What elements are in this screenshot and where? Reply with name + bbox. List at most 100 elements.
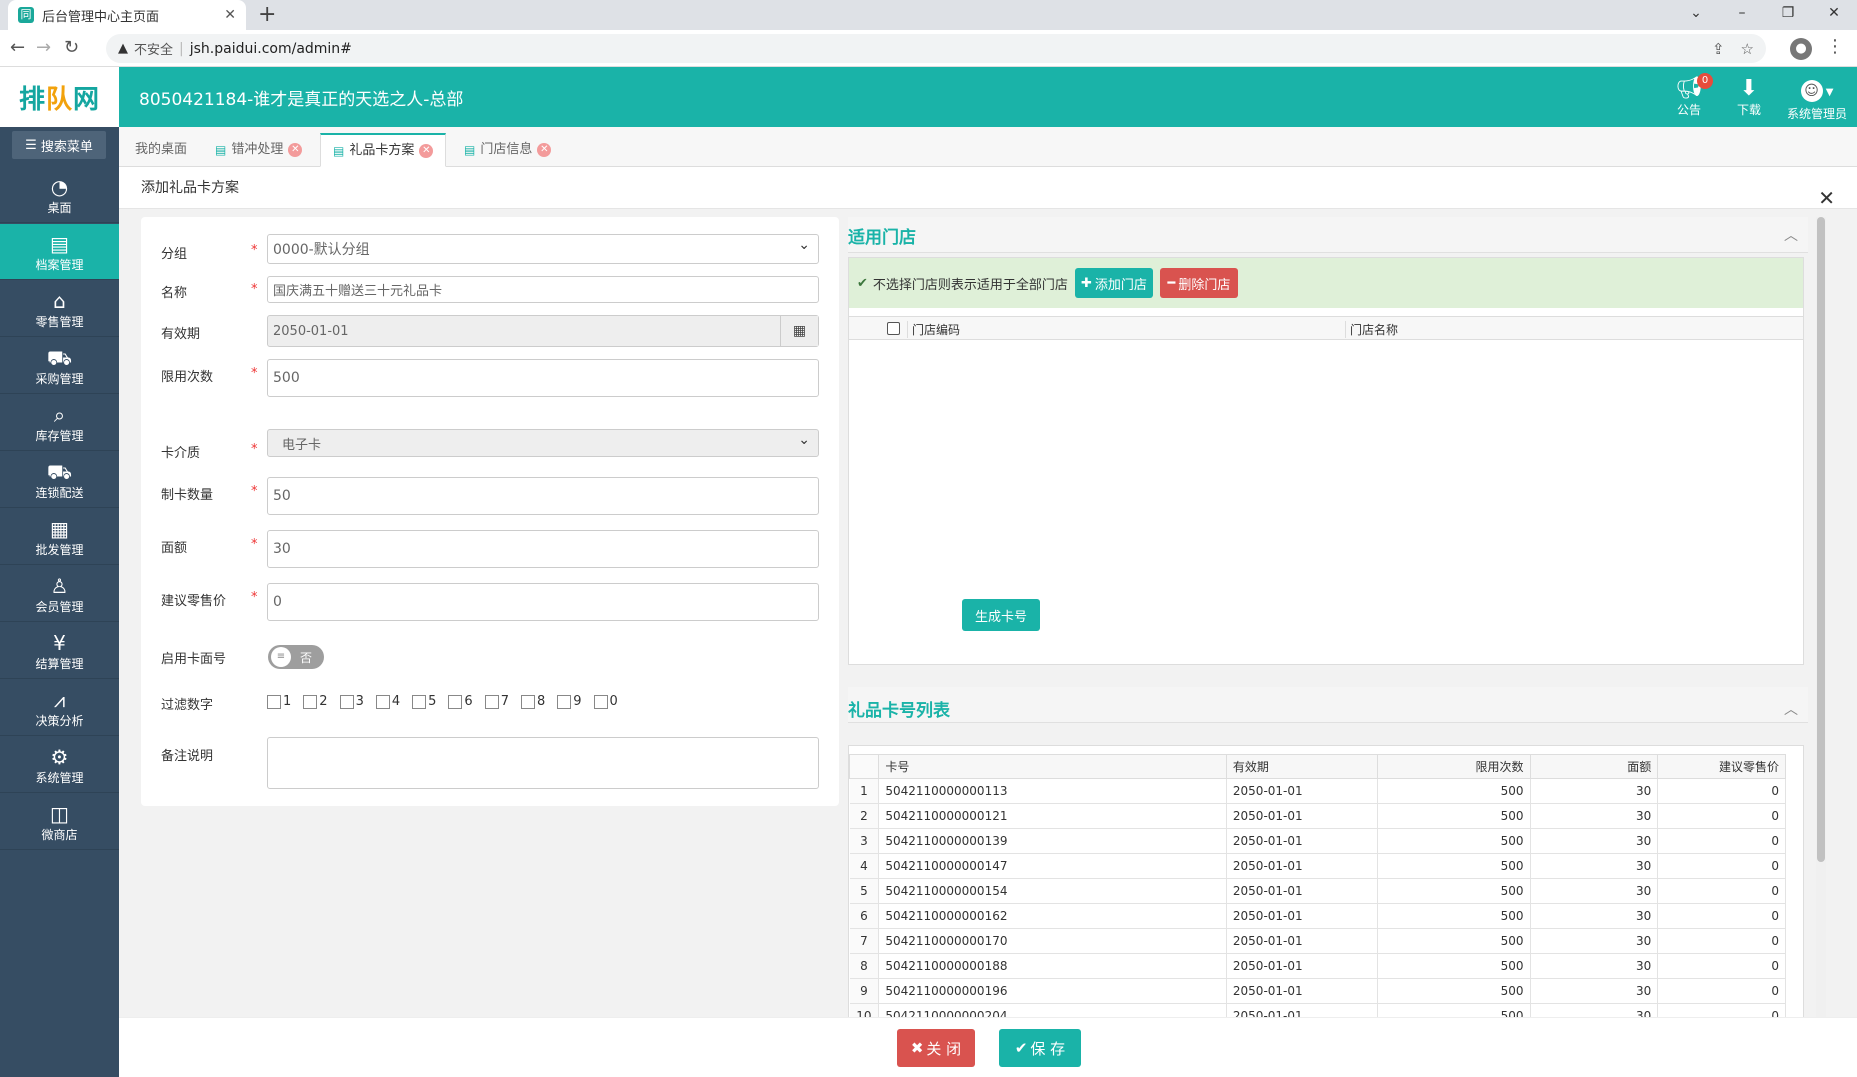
- table-cell: 2050-01-01: [1226, 803, 1378, 829]
- digit-checkbox-6[interactable]: 6: [448, 694, 473, 709]
- tab-error-correction[interactable]: ▤ 错冲处理 ✕: [203, 133, 314, 167]
- digit-checkbox-0[interactable]: 0: [593, 694, 618, 709]
- sidebar-item-retail[interactable]: ⌂ 零售管理: [0, 281, 119, 337]
- remark-textarea[interactable]: [267, 737, 819, 789]
- checkbox[interactable]: [339, 694, 354, 709]
- limit-field[interactable]: 500: [267, 359, 819, 397]
- table-row[interactable]: 1 5042110000000113 2050-01-01 500 30 0: [849, 778, 1786, 804]
- omnibox-separator: |: [179, 40, 184, 57]
- forward-icon[interactable]: →: [36, 37, 51, 58]
- table-cell: 2050-01-01: [1226, 828, 1378, 854]
- face-value-field[interactable]: 30: [267, 530, 819, 568]
- search-menu-button[interactable]: ☰ 搜索菜单: [12, 131, 106, 159]
- checkbox[interactable]: [557, 694, 572, 709]
- digit-label: 3: [355, 694, 364, 709]
- back-icon[interactable]: ←: [10, 37, 25, 58]
- sidebar-item-member[interactable]: ♙ 会员管理: [0, 566, 119, 622]
- tab-my-desktop[interactable]: 我的桌面: [123, 133, 199, 167]
- new-tab-icon[interactable]: +: [258, 2, 276, 27]
- add-store-button[interactable]: ✚ 添加门店: [1074, 268, 1153, 298]
- digit-checkbox-8[interactable]: 8: [520, 694, 545, 709]
- scrollbar-thumb[interactable]: [1817, 217, 1825, 862]
- row-number-cell: 9: [849, 978, 880, 1004]
- bookmark-star-icon[interactable]: ☆: [1741, 40, 1754, 58]
- warning-icon[interactable]: ▲: [118, 41, 128, 56]
- table-row[interactable]: 2 5042110000000121 2050-01-01 500 30 0: [849, 803, 1786, 829]
- digit-checkbox-5[interactable]: 5: [412, 694, 436, 709]
- reload-icon[interactable]: ↻: [64, 37, 79, 58]
- sidebar-item-microshop[interactable]: ◫ 微商店: [0, 794, 119, 850]
- save-button[interactable]: ✔ 保 存: [999, 1029, 1081, 1067]
- collapse-icon[interactable]: ︿: [1784, 699, 1798, 719]
- form-row-group: 分组 * 0000-默认分组: [141, 234, 839, 268]
- tab-close-icon[interactable]: ✕: [288, 143, 303, 157]
- table-row[interactable]: 9 5042110000000196 2050-01-01 500 30 0: [849, 978, 1786, 1004]
- collapse-icon[interactable]: ︿: [1784, 225, 1798, 245]
- sidebar-item-inventory[interactable]: ⌕ 库存管理: [0, 395, 119, 451]
- restore-icon[interactable]: ❐: [1765, 0, 1811, 30]
- table-row[interactable]: 3 5042110000000139 2050-01-01 500 30 0: [849, 828, 1786, 854]
- checkbox[interactable]: [412, 694, 427, 709]
- delete-store-button[interactable]: ━ 删除门店: [1159, 268, 1238, 298]
- minimize-icon[interactable]: –: [1719, 0, 1765, 30]
- sidebar-item-wholesale[interactable]: ▦ 批发管理: [0, 509, 119, 565]
- name-field[interactable]: 国庆满五十赠送三十元礼品卡: [267, 276, 819, 303]
- browser-tab[interactable]: 同 后台管理中心主页面 ✕: [8, 0, 246, 30]
- sidebar-item-archive[interactable]: ▤ 档案管理: [0, 224, 119, 280]
- close-icon[interactable]: ✕: [1818, 177, 1835, 219]
- table-row[interactable]: 5 5042110000000154 2050-01-01 500 30 0: [849, 878, 1786, 904]
- browser-menu-icon[interactable]: ⋮: [1826, 36, 1844, 57]
- digit-checkbox-1[interactable]: 1: [267, 694, 291, 709]
- close-tab-icon[interactable]: ✕: [224, 7, 236, 23]
- url-text[interactable]: jsh.paidui.com/admin#: [190, 41, 352, 57]
- digit-checkbox-7[interactable]: 7: [484, 694, 509, 709]
- profile-icon[interactable]: ●: [1790, 38, 1812, 60]
- digit-checkbox-4[interactable]: 4: [375, 694, 400, 709]
- close-button[interactable]: ✖ 关 闭: [897, 1029, 975, 1067]
- user-menu[interactable]: ☺ ▼ 系统管理员: [1784, 77, 1850, 122]
- checkbox[interactable]: [303, 694, 318, 709]
- sidebar-item-system[interactable]: ⚙ 系统管理: [0, 737, 119, 793]
- select-all-checkbox[interactable]: [887, 322, 900, 335]
- download-button[interactable]: ⬇ 下载: [1733, 77, 1765, 118]
- tab-store-info[interactable]: ▤ 门店信息 ✕: [452, 133, 563, 167]
- notice-button[interactable]: 📢︎ 0 公告: [1673, 73, 1713, 118]
- tab-close-icon[interactable]: ✕: [419, 143, 434, 158]
- sidebar-item-analysis[interactable]: ⩘ 决策分析: [0, 680, 119, 736]
- required-mark: *: [251, 484, 258, 499]
- sidebar-item-settlement[interactable]: ¥ 结算管理: [0, 623, 119, 679]
- calendar-icon[interactable]: ▦: [780, 316, 818, 346]
- digit-checkbox-3[interactable]: 3: [339, 694, 364, 709]
- quantity-field[interactable]: 50: [267, 477, 819, 515]
- sidebar-item-purchase[interactable]: ⛟ 采购管理: [0, 338, 119, 394]
- table-row[interactable]: 8 5042110000000188 2050-01-01 500 30 0: [849, 953, 1786, 979]
- face-no-toggle[interactable]: ≡ 否: [268, 645, 324, 669]
- expiry-date-field[interactable]: 2050-01-01 ▦: [267, 315, 819, 347]
- checkbox[interactable]: [593, 694, 608, 709]
- table-row[interactable]: 4 5042110000000147 2050-01-01 500 30 0: [849, 853, 1786, 879]
- window-close-icon[interactable]: ✕: [1811, 0, 1857, 30]
- checkbox[interactable]: [520, 694, 535, 709]
- sidebar-item-label: 桌面: [47, 201, 72, 215]
- checkbox[interactable]: [448, 694, 463, 709]
- medium-select[interactable]: 电子卡: [267, 429, 819, 457]
- checkbox[interactable]: [375, 694, 390, 709]
- table-row[interactable]: 7 5042110000000170 2050-01-01 500 30 0: [849, 928, 1786, 954]
- checkbox[interactable]: [484, 694, 499, 709]
- tab-gift-card-plan[interactable]: ▤ 礼品卡方案 ✕: [320, 133, 447, 167]
- digit-checkbox-9[interactable]: 9: [557, 694, 582, 709]
- group-select[interactable]: 0000-默认分组: [267, 234, 819, 264]
- generate-card-number-button[interactable]: 生成卡号: [962, 599, 1040, 631]
- retail-price-field[interactable]: 0: [267, 583, 819, 621]
- tab-search-icon[interactable]: ⌄: [1673, 0, 1719, 30]
- sidebar-item-distribution[interactable]: ⛟ 连锁配送: [0, 452, 119, 508]
- omnibox[interactable]: ▲ 不安全 | jsh.paidui.com/admin# ⇪ ☆: [106, 34, 1766, 63]
- column-header: 门店编码: [907, 321, 960, 338]
- table-row[interactable]: 6 5042110000000162 2050-01-01 500 30 0: [849, 903, 1786, 929]
- share-icon[interactable]: ⇪: [1712, 40, 1725, 58]
- checkbox[interactable]: [267, 694, 281, 709]
- sidebar-item-desktop[interactable]: ◔ 桌面: [0, 167, 119, 223]
- tab-close-icon[interactable]: ✕: [537, 143, 552, 157]
- digit-checkbox-2[interactable]: 2: [303, 694, 328, 709]
- panel-scrollbar[interactable]: [1816, 217, 1826, 1017]
